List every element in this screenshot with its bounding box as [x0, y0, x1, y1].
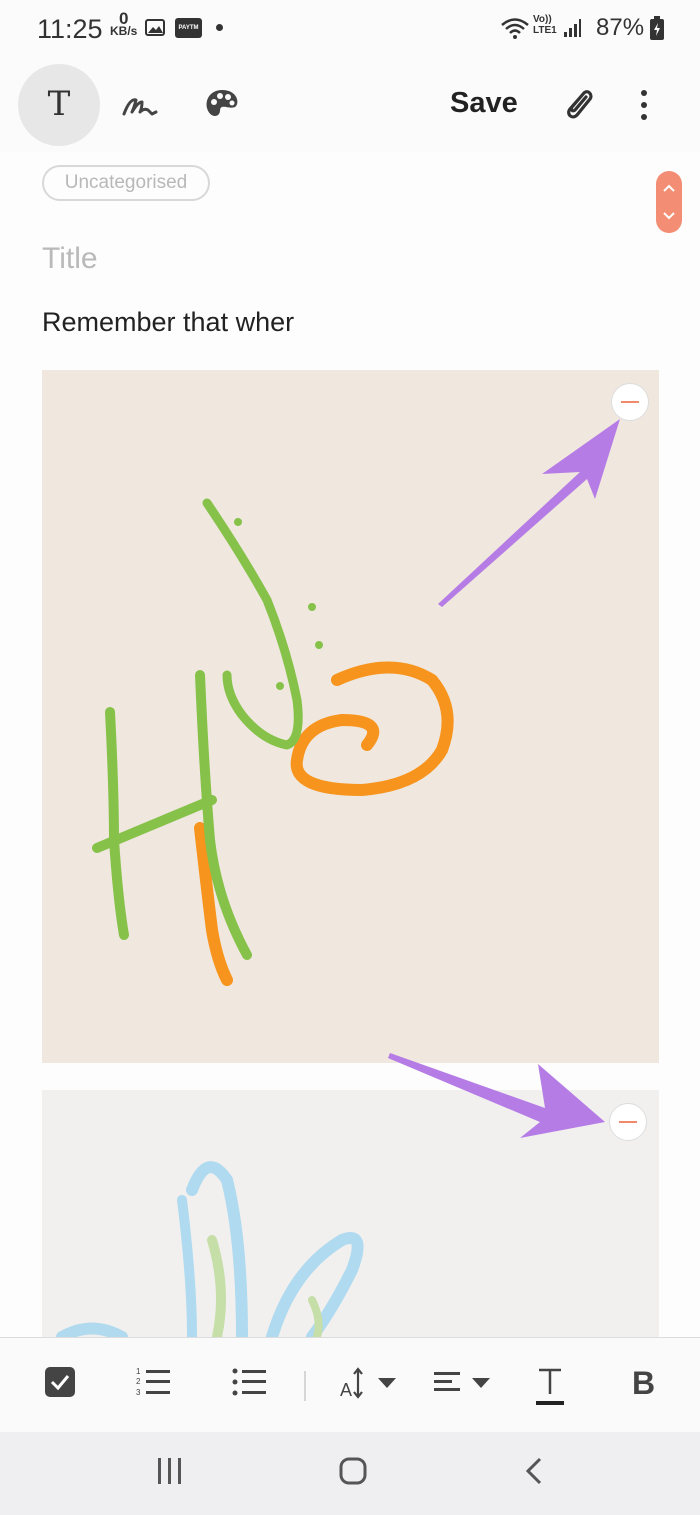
svg-text:2: 2: [136, 1377, 141, 1386]
net-speed: 0 KB/s: [110, 10, 138, 38]
signal-icon: [564, 19, 581, 37]
format-toolbar: 1 2 3 A B: [0, 1337, 700, 1433]
wifi-icon: [501, 18, 529, 39]
battery-icon: [650, 16, 664, 40]
home-icon[interactable]: [338, 1456, 368, 1486]
status-bar: 11:25 0 KB/s PAYTM Vo)) LTE1 87%: [0, 0, 700, 60]
volte-indicator: Vo)) LTE1: [533, 14, 557, 36]
text-color-icon[interactable]: [536, 1366, 564, 1408]
minus-icon: [619, 1121, 637, 1123]
note-toolbar: T Save: [0, 60, 700, 153]
annotation-arrow-1: [438, 419, 620, 607]
text-mode-button[interactable]: T: [18, 64, 100, 146]
paytm-icon: PAYTM: [175, 18, 202, 38]
svg-text:A: A: [340, 1380, 352, 1400]
align-icon[interactable]: [434, 1366, 494, 1400]
scroll-arrows-icon: [663, 184, 675, 220]
paperclip-icon[interactable]: [560, 85, 596, 125]
divider: [304, 1371, 306, 1401]
more-vert-icon[interactable]: [636, 88, 652, 122]
font-size-icon[interactable]: A: [340, 1366, 400, 1400]
note-body-text[interactable]: Remember that wher: [42, 307, 294, 338]
annotation-arrow-2: [388, 1053, 605, 1138]
notification-dot: [216, 24, 223, 31]
battery-percent: 87%: [596, 14, 645, 41]
svg-text:1: 1: [136, 1367, 141, 1376]
scroll-handle[interactable]: [656, 171, 682, 233]
remove-drawing-2-button[interactable]: [609, 1103, 647, 1141]
svg-text:B: B: [632, 1366, 655, 1398]
volte-label: Vo)): [533, 14, 552, 25]
svg-text:3: 3: [136, 1388, 141, 1397]
back-icon[interactable]: [522, 1456, 546, 1486]
minus-icon: [621, 401, 639, 403]
gallery-icon: [145, 19, 165, 36]
pen-icon[interactable]: [120, 86, 160, 126]
lte-label: LTE1: [533, 25, 557, 36]
recent-apps-icon[interactable]: [156, 1456, 184, 1486]
bold-icon[interactable]: B: [632, 1366, 658, 1398]
save-button[interactable]: Save: [450, 87, 518, 120]
system-nav-bar: [0, 1432, 700, 1515]
numbered-list-icon[interactable]: 1 2 3: [136, 1366, 172, 1398]
status-time: 11:25: [37, 14, 103, 44]
checkbox-icon[interactable]: [44, 1366, 76, 1398]
category-chip[interactable]: Uncategorised: [42, 165, 210, 201]
palette-icon[interactable]: [202, 86, 242, 126]
note-content[interactable]: Uncategorised Title Remember that wher: [0, 152, 700, 1337]
title-field[interactable]: Title: [42, 242, 98, 276]
net-speed-unit: KB/s: [110, 24, 138, 38]
bullet-list-icon[interactable]: [232, 1366, 268, 1398]
text-icon: T: [47, 84, 71, 124]
